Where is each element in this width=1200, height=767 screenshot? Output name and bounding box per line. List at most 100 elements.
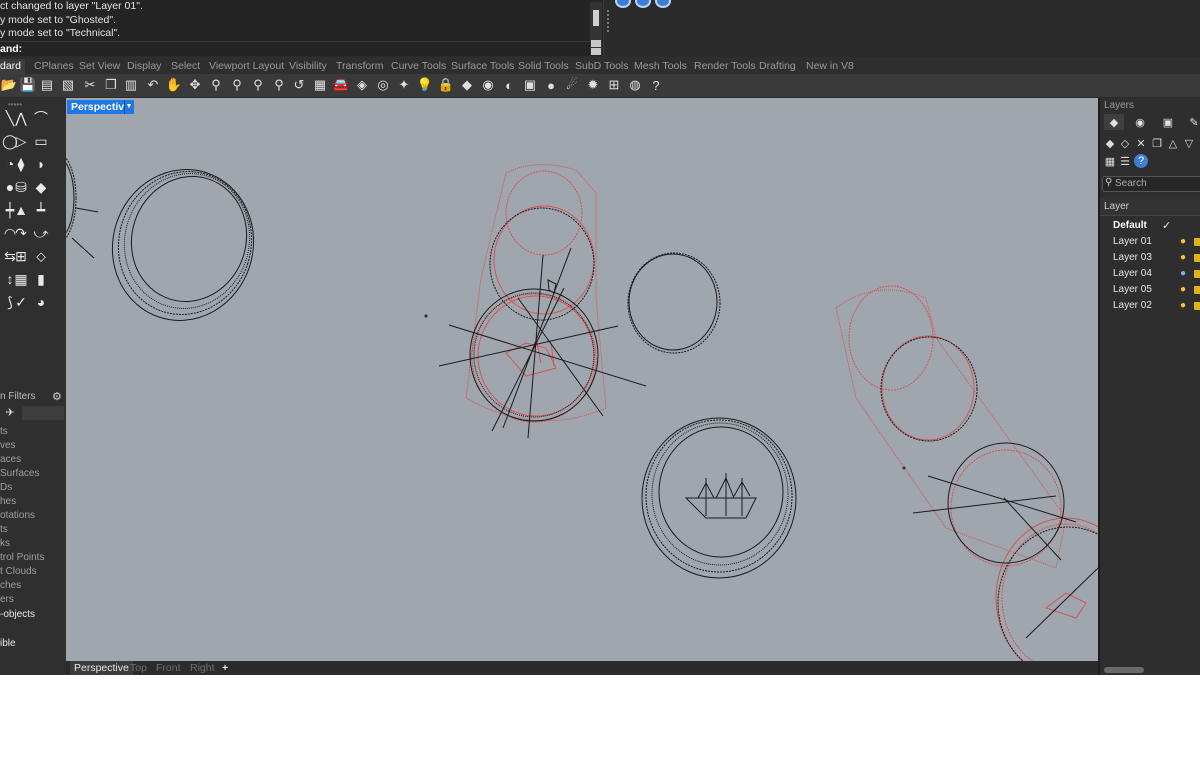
gumball-icon[interactable]: ✹ — [584, 76, 602, 94]
new-layer-icon[interactable]: ◆ — [1103, 136, 1117, 150]
list-icon[interactable]: ☰ — [1118, 154, 1132, 168]
materials-tab-icon[interactable]: ◉ — [1130, 114, 1150, 130]
layer-row[interactable]: Layer 03 ● — [1100, 250, 1200, 266]
cylinder-tool-icon[interactable]: ⛁ — [11, 177, 31, 197]
layer-column-header[interactable]: Layer — [1100, 198, 1200, 216]
shaded-icon[interactable]: ◐ — [500, 76, 518, 94]
horizontal-scrollbar[interactable] — [1104, 667, 1144, 673]
scale-tool-icon[interactable]: ⬦ — [31, 246, 51, 266]
lock-icon[interactable]: 🔒 — [437, 76, 455, 94]
filter-item[interactable]: ches — [0, 579, 21, 593]
visibility-bulb-icon[interactable]: ● — [1180, 266, 1186, 282]
layer-row-default[interactable]: Default ✓ — [1100, 218, 1200, 234]
help-icon[interactable]: ? — [647, 76, 665, 94]
trim-tool-icon[interactable]: ↷ — [11, 223, 31, 243]
tab-front[interactable]: Front — [156, 661, 181, 675]
tab-standard[interactable]: dard — [0, 59, 26, 74]
tab-perspective[interactable]: Perspective — [70, 661, 133, 675]
extrude-tool-icon[interactable]: ◆ — [31, 177, 51, 197]
perspective-viewport[interactable]: Perspective ▼ — [66, 98, 1098, 661]
tab-visibility[interactable]: Visibility — [289, 59, 327, 74]
move-up-icon[interactable]: △ — [1166, 136, 1180, 150]
grid-icon[interactable]: ▦ — [1103, 154, 1117, 168]
color-wheel-icon[interactable]: ◉ — [479, 76, 497, 94]
layers-tab-icon[interactable]: ◆ — [1104, 114, 1124, 130]
object-properties-icon[interactable]: ◈ — [353, 76, 371, 94]
surface-tool-icon[interactable]: ⧫ — [11, 154, 31, 174]
import-icon[interactable]: ▧ — [59, 76, 77, 94]
help-icon[interactable]: ? — [1134, 154, 1148, 168]
filter-item[interactable]: otations — [0, 509, 35, 523]
curve-from-points-icon[interactable]: ⌒ — [31, 108, 51, 128]
filter-search-input[interactable] — [22, 406, 64, 420]
tab-drafting[interactable]: Drafting — [759, 59, 796, 74]
tab-top[interactable]: Top — [130, 661, 147, 675]
undo-view-icon[interactable]: ↺ — [290, 76, 308, 94]
layers-icon[interactable]: ◆ — [458, 76, 476, 94]
visibility-bulb-icon[interactable]: ● — [1180, 282, 1186, 298]
lock-icon[interactable] — [1194, 270, 1200, 278]
zoom-selected-icon[interactable]: ⚲ — [270, 76, 288, 94]
command-prompt[interactable]: and: — [0, 41, 590, 55]
tab-cplanes[interactable]: CPlanes — [34, 59, 74, 74]
tab-curve-tools[interactable]: Curve Tools — [391, 59, 446, 74]
rotate-view-icon[interactable]: ✥ — [186, 76, 204, 94]
tab-select[interactable]: Select — [171, 59, 200, 74]
lock-icon[interactable] — [1194, 302, 1200, 310]
visibility-bulb-icon[interactable]: ● — [1180, 250, 1186, 266]
split-tool-icon[interactable]: ⤻ — [31, 223, 51, 243]
rectangle-tool-icon[interactable]: ▭ — [31, 131, 51, 151]
dimension-tool-icon[interactable]: ┷ — [31, 200, 51, 220]
lock-icon[interactable] — [1194, 238, 1200, 246]
filter-item[interactable]: -objects — [0, 608, 35, 622]
scroll-up-icon[interactable] — [591, 40, 601, 47]
filter-item[interactable]: ts — [0, 425, 8, 439]
zoom-window-icon[interactable]: ⚲ — [228, 76, 246, 94]
check-tool-icon[interactable]: ✓ — [11, 292, 31, 312]
layer-row[interactable]: Layer 01 ● — [1100, 234, 1200, 250]
move-down-icon[interactable]: ▽ — [1182, 136, 1196, 150]
scrollbar-thumb[interactable] — [593, 10, 599, 26]
sweep-tool-icon[interactable]: ◗ — [31, 154, 51, 174]
filter-item[interactable]: t Clouds — [0, 565, 37, 579]
tab-solid-tools[interactable]: Solid Tools — [518, 59, 569, 74]
globe-icon[interactable]: ◍ — [626, 76, 644, 94]
lock-icon[interactable] — [1194, 254, 1200, 262]
filter-cursor-icon[interactable]: ✈ — [0, 406, 20, 420]
scroll-down-icon[interactable] — [591, 48, 601, 55]
delete-layer-icon[interactable]: ✕ — [1134, 136, 1148, 150]
tab-render-tools[interactable]: Render Tools — [694, 59, 756, 74]
tab-subd-tools[interactable]: SubD Tools — [575, 59, 629, 74]
display-mode-icon[interactable]: ● — [542, 76, 560, 94]
mesh-tool-icon[interactable]: ▲ — [11, 200, 31, 220]
tab-transform[interactable]: Transform — [336, 59, 383, 74]
properties-tab-icon[interactable]: ✎ — [1184, 114, 1200, 130]
new-sublayer-icon[interactable]: ◇ — [1118, 136, 1132, 150]
tab-right[interactable]: Right — [190, 661, 215, 675]
filter-item[interactable]: ible — [0, 637, 16, 651]
tab-surface-tools[interactable]: Surface Tools — [451, 59, 514, 74]
filter-item[interactable]: ts — [0, 523, 8, 537]
tab-new-in-v8[interactable]: New in V8 — [806, 59, 854, 74]
visibility-bulb-icon[interactable]: ● — [1180, 298, 1186, 314]
viewport-canvas[interactable] — [66, 98, 1098, 661]
layer-row[interactable]: Layer 05 ● — [1100, 282, 1200, 298]
tab-mesh-tools[interactable]: Mesh Tools — [634, 59, 687, 74]
filter-item[interactable]: Ds — [0, 481, 12, 495]
filter-item[interactable]: ks — [0, 537, 10, 551]
zoom-extents-icon[interactable]: ⚲ — [249, 76, 267, 94]
rendered-icon[interactable]: ▣ — [521, 76, 539, 94]
next-view-icon[interactable] — [635, 0, 651, 8]
layer-row[interactable]: Layer 04 ● — [1100, 266, 1200, 282]
lock-icon[interactable] — [1194, 286, 1200, 294]
gear-icon[interactable]: ⚙ — [52, 390, 64, 403]
visibility-bulb-icon[interactable]: ● — [1180, 234, 1186, 250]
open-file-icon[interactable]: 📂 — [0, 76, 18, 94]
add-viewport-tab-icon[interactable]: + — [222, 661, 228, 675]
light-icon[interactable]: ✦ — [395, 76, 413, 94]
options-icon[interactable]: 🚘 — [332, 76, 350, 94]
analyze-tool-icon[interactable]: ▮ — [31, 269, 51, 289]
four-viewports-icon[interactable]: ▦ — [311, 76, 329, 94]
tab-viewport-layout[interactable]: Viewport Layout — [209, 59, 284, 74]
filter-item[interactable]: Surfaces — [0, 467, 39, 481]
